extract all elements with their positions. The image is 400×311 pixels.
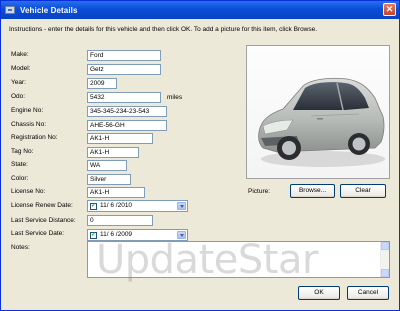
year-label: Year: — [11, 79, 26, 86]
chassis-no-label: Chassis No: — [11, 121, 47, 128]
browse-button[interactable]: Browse... — [290, 184, 335, 198]
engine-no-field[interactable]: 345-345-234-23-543 — [87, 106, 167, 117]
instructions-text: Instructions - enter the details for thi… — [9, 26, 318, 33]
title-bar[interactable]: Vehicle Details ✕ — [1, 1, 399, 19]
license-renew-date-checkbox[interactable]: ✓ — [90, 202, 97, 210]
odo-label: Odo: — [11, 93, 26, 100]
year-field[interactable]: 2009 — [87, 78, 117, 89]
ok-button[interactable]: OK — [298, 286, 340, 300]
model-field[interactable]: Getz — [87, 64, 161, 75]
odo-unit: miles — [167, 94, 183, 101]
clear-button[interactable]: Clear — [340, 184, 386, 198]
car-photo — [258, 77, 385, 167]
close-button[interactable]: ✕ — [383, 3, 396, 16]
watermark-text: UpdateStar — [96, 237, 318, 283]
license-renew-date-picker[interactable]: ✓ 11/ 6 /2010 — [87, 200, 188, 212]
vehicle-picture — [246, 45, 390, 179]
last-service-distance-field[interactable]: 0 — [87, 215, 153, 226]
last-service-date-label: Last Service Date: — [11, 230, 65, 237]
license-renew-date-label: License Renew Date: — [11, 202, 73, 209]
state-label: State: — [11, 161, 28, 168]
picture-label: Picture: — [248, 188, 271, 195]
vehicle-details-dialog: Vehicle Details ✕ Instructions - enter t… — [0, 0, 400, 311]
cancel-button[interactable]: Cancel — [347, 286, 389, 300]
color-label: Color: — [11, 175, 29, 182]
make-label: Make: — [11, 51, 29, 58]
model-label: Model: — [11, 65, 31, 72]
registration-no-field[interactable]: AK1-H — [87, 133, 153, 144]
notes-label: Notes: — [11, 244, 30, 251]
license-no-label: License No: — [11, 188, 46, 195]
tag-no-label: Tag No: — [11, 148, 34, 155]
car-window-icon — [5, 6, 15, 14]
color-field[interactable]: Silver — [87, 174, 131, 185]
notes-scrollbar[interactable] — [380, 242, 389, 277]
chevron-down-icon[interactable] — [177, 202, 186, 210]
license-renew-date-value: 11/ 6 /2010 — [100, 202, 133, 209]
scroll-down-icon[interactable] — [381, 269, 389, 277]
license-no-field[interactable]: AK1-H — [87, 187, 145, 198]
engine-no-label: Engine No: — [11, 107, 44, 114]
last-service-distance-label: Last Service Distance: — [11, 217, 76, 224]
tag-no-field[interactable]: AK1-H — [87, 147, 139, 158]
chassis-no-field[interactable]: AHE-56-GH — [87, 120, 167, 131]
odo-field[interactable]: 5432 — [87, 92, 161, 103]
scroll-up-icon[interactable] — [381, 242, 389, 250]
registration-no-label: Registration No: — [11, 134, 58, 141]
state-field[interactable]: WA — [87, 160, 127, 171]
window-title: Vehicle Details — [20, 5, 78, 15]
make-field[interactable]: Ford — [87, 50, 161, 61]
